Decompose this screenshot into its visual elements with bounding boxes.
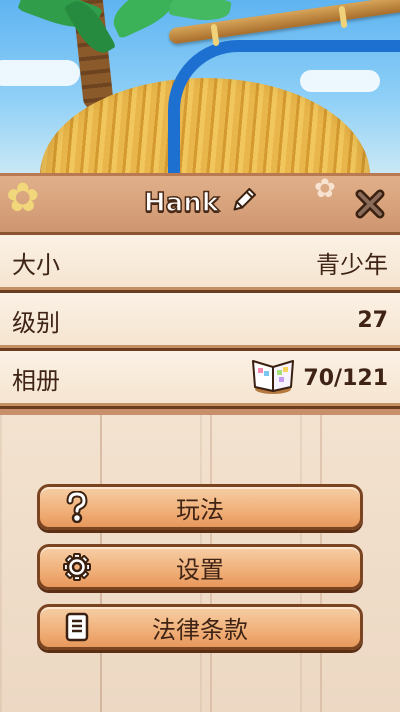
blue-hose bbox=[168, 40, 400, 180]
pet-info-list: 大小 青少年 级别 27 相册 70/121 bbox=[0, 235, 400, 409]
album-progress: 70/121 bbox=[249, 359, 388, 399]
question-mark-icon bbox=[62, 491, 92, 523]
size-value: 青少年 bbox=[316, 251, 388, 279]
edit-name-pencil-icon[interactable] bbox=[230, 187, 257, 218]
background-scene bbox=[0, 0, 400, 180]
level-label: 级别 bbox=[12, 309, 60, 337]
how-to-play-button[interactable]: 玩法 bbox=[37, 484, 363, 530]
settings-button[interactable]: 设置 bbox=[37, 544, 363, 590]
profile-title: Hank bbox=[0, 187, 400, 219]
close-button[interactable] bbox=[352, 186, 388, 222]
profile-header: ✿ ✿ Hank bbox=[0, 173, 400, 235]
gear-icon bbox=[62, 552, 92, 582]
size-label: 大小 bbox=[12, 251, 60, 279]
level-value: 27 bbox=[357, 308, 388, 333]
album-label: 相册 bbox=[12, 367, 60, 395]
pet-name: Hank bbox=[143, 187, 220, 219]
album-book-icon bbox=[249, 359, 297, 399]
info-row-size: 大小 青少年 bbox=[0, 235, 400, 293]
album-count: 70/121 bbox=[303, 366, 388, 391]
cloud bbox=[0, 60, 80, 86]
legal-terms-button[interactable]: 法律条款 bbox=[37, 604, 363, 650]
info-row-album[interactable]: 相册 70/121 bbox=[0, 351, 400, 409]
document-icon bbox=[62, 612, 92, 642]
close-icon bbox=[355, 189, 385, 219]
info-row-level: 级别 27 bbox=[0, 293, 400, 351]
